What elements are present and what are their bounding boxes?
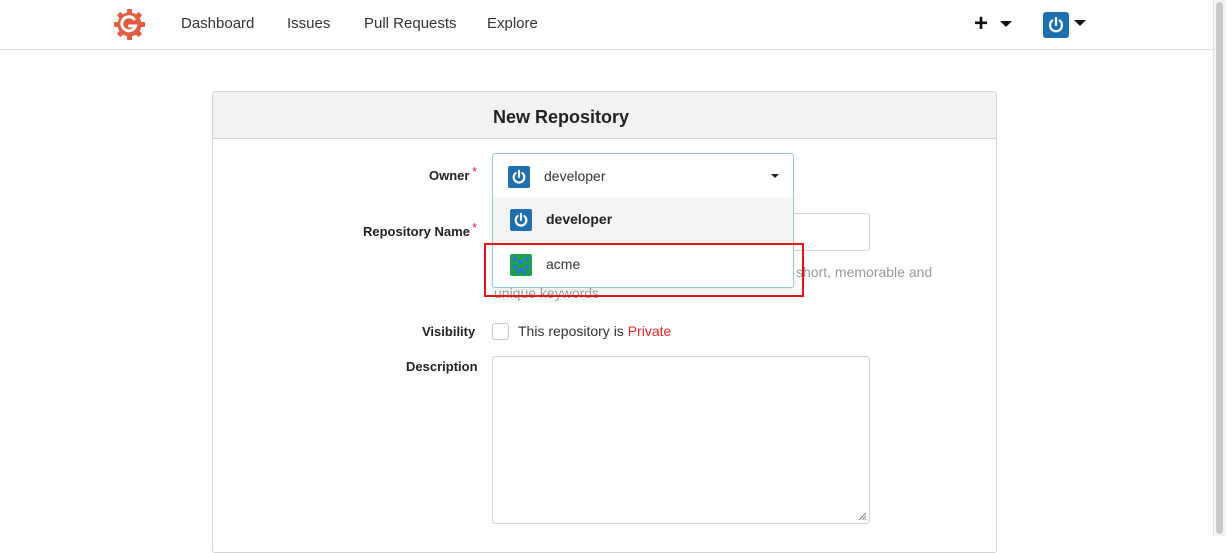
- owner-avatar-power-icon: [508, 166, 530, 188]
- required-mark: *: [472, 220, 478, 235]
- resize-grip-icon[interactable]: [857, 511, 867, 521]
- user-avatar-power-icon: [1043, 12, 1069, 38]
- required-mark: *: [472, 164, 478, 179]
- nav-issues-link[interactable]: Issues: [287, 15, 330, 32]
- private-checkbox-label[interactable]: This repository is Private: [518, 323, 671, 339]
- help-text-visible: short, memorable and: [796, 264, 933, 280]
- dropdown-caret-icon: [771, 174, 779, 178]
- page-title: New Repository: [493, 107, 630, 127]
- caret-down-icon: [1074, 20, 1086, 26]
- top-navbar: Dashboard Issues Pull Requests Explore +: [0, 0, 1214, 50]
- owner-option-acme[interactable]: acme: [493, 242, 793, 287]
- owner-option-label: developer: [546, 211, 613, 227]
- nav-explore-link[interactable]: Explore: [487, 15, 538, 32]
- owner-label: Owner: [429, 168, 470, 183]
- repository-name-label: Repository Name: [363, 224, 470, 239]
- private-checkbox[interactable]: [492, 323, 509, 340]
- visibility-text: This repository is: [518, 323, 624, 339]
- user-menu-button[interactable]: [1043, 12, 1091, 40]
- page-scrollbar[interactable]: [1213, 0, 1226, 536]
- nav-pull-requests-link[interactable]: Pull Requests: [364, 15, 457, 32]
- visibility-label: Visibility: [422, 324, 476, 339]
- plus-icon: +: [974, 10, 989, 37]
- owner-dropdown[interactable]: developer: [492, 153, 794, 199]
- nav-dashboard-link[interactable]: Dashboard: [181, 15, 254, 32]
- owner-selected-value: developer: [544, 168, 606, 184]
- scrollbar-thumb[interactable]: [1216, 2, 1223, 534]
- gitea-logo-icon[interactable]: [113, 8, 146, 41]
- developer-avatar-power-icon: [510, 209, 532, 231]
- caret-down-icon: [1000, 21, 1012, 27]
- private-word: Private: [627, 323, 672, 339]
- description-textarea[interactable]: [492, 356, 870, 524]
- owner-option-label: acme: [546, 256, 581, 272]
- owner-dropdown-menu: developer acme: [492, 197, 794, 288]
- description-label: Description: [406, 359, 478, 374]
- create-new-menu-button[interactable]: +: [972, 10, 1014, 37]
- owner-option-developer[interactable]: developer: [493, 197, 793, 242]
- form-header: New Repository: [213, 92, 996, 139]
- acme-identicon-icon: [510, 254, 532, 276]
